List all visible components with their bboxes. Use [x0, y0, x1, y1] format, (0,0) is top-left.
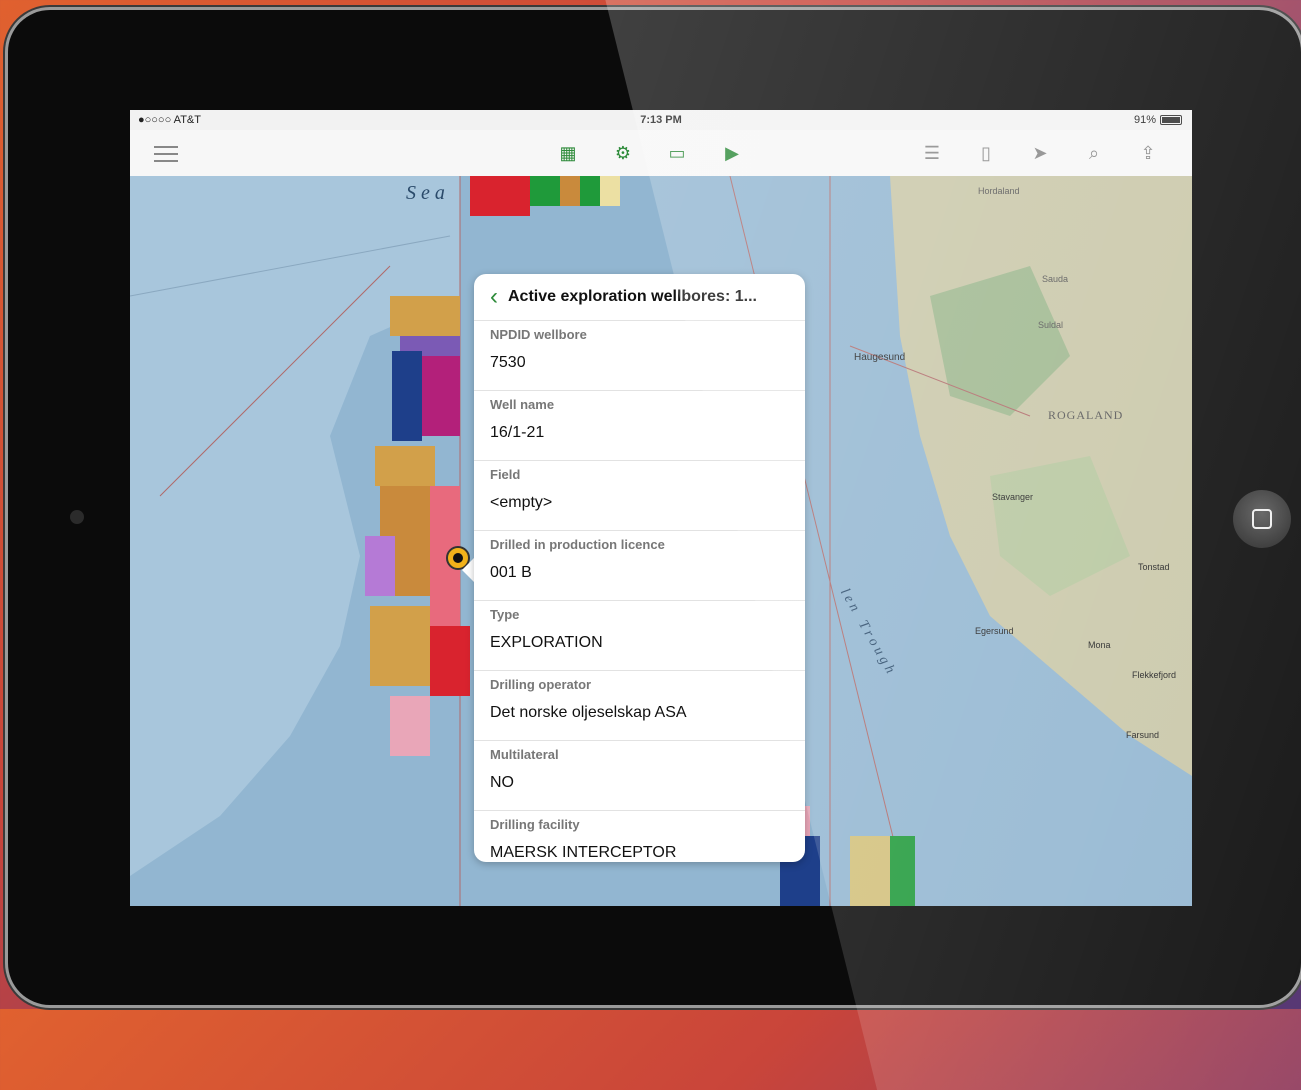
- field-licence: Drilled in production licence 001 B: [474, 531, 805, 601]
- place-tonstad: Tonstad: [1138, 562, 1170, 572]
- field-value: NO: [490, 774, 514, 791]
- place-stavanger: Stavanger: [992, 492, 1034, 502]
- field-label: Drilled in production licence: [490, 537, 665, 552]
- home-button[interactable]: [1233, 490, 1291, 548]
- toolbar: ▦ ⚙ ▭ ▶ ☰ ▯ ➤ ⌕ ⇪: [130, 130, 1192, 177]
- field-label: Multilateral: [490, 747, 559, 762]
- place-flekkefjord: Flekkefjord: [1132, 670, 1177, 680]
- place-rogaland: ROGALAND: [1048, 408, 1124, 422]
- search-icon[interactable]: ⌕: [1082, 142, 1106, 164]
- field-label: Well name: [490, 397, 555, 412]
- measure-icon[interactable]: ▭: [665, 142, 689, 164]
- status-bar: ●○○○○ AT&T 7:13 PM 91%: [130, 110, 1192, 130]
- field-field: Field <empty>: [474, 461, 805, 531]
- field-value: <empty>: [490, 494, 553, 511]
- field-type: Type EXPLORATION: [474, 601, 805, 671]
- field-value: 16/1-21: [490, 424, 545, 441]
- popup-title: Active exploration wellbores: 1...: [508, 288, 757, 305]
- locate-icon[interactable]: ➤: [1028, 142, 1052, 164]
- battery-icon: [1160, 115, 1182, 125]
- place-haugesund: Haugesund: [854, 352, 906, 363]
- menu-icon[interactable]: [154, 146, 178, 167]
- basemap-icon[interactable]: ▦: [556, 142, 580, 164]
- bookmarks-icon[interactable]: ▯: [974, 142, 998, 164]
- battery-percent: 91%: [1133, 114, 1156, 126]
- back-chevron-icon[interactable]: ‹: [480, 283, 508, 311]
- clock: 7:13 PM: [640, 114, 682, 126]
- field-value: Det norske oljeselskap ASA: [490, 704, 687, 721]
- field-label: Field: [490, 467, 521, 482]
- place-farsund: Farsund: [1126, 730, 1160, 740]
- place-mandal: Mona: [1088, 640, 1111, 650]
- place-sauda: Sauda: [1042, 274, 1069, 284]
- camera: [70, 510, 84, 524]
- field-label: Type: [490, 607, 520, 622]
- field-value: 7530: [490, 354, 526, 371]
- layers-icon[interactable]: ⚙: [611, 142, 635, 164]
- field-label: Drilling facility: [490, 817, 580, 832]
- presentation-icon[interactable]: ▶: [720, 142, 744, 164]
- home-square-icon: [1252, 509, 1272, 529]
- map-view[interactable]: S e a l e n T r o u g h Haugesund ROGALA…: [130, 176, 1192, 906]
- field-label: NPDID wellbore: [490, 327, 587, 342]
- place-egersund: Egersund: [975, 626, 1014, 636]
- field-facility: Drilling facility MAERSK INTERCEPTOR: [474, 811, 805, 862]
- legend-icon[interactable]: ☰: [920, 142, 944, 164]
- field-well-name: Well name 16/1-21: [474, 391, 805, 461]
- popup-header: ‹ Active exploration wellbores: 1...: [474, 274, 805, 321]
- share-icon[interactable]: ⇪: [1136, 142, 1160, 164]
- field-label: Drilling operator: [490, 677, 592, 692]
- field-multilateral: Multilateral NO: [474, 741, 805, 811]
- place-hordaland: Hordaland: [978, 186, 1020, 196]
- battery-status: 91%: [1134, 114, 1182, 126]
- screen: ●○○○○ AT&T 7:13 PM 91% ▦ ⚙ ▭ ▶ ☰ ▯ ➤ ⌕ ⇪: [130, 110, 1192, 906]
- field-value: MAERSK INTERCEPTOR: [490, 844, 677, 861]
- field-value: EXPLORATION: [490, 634, 603, 651]
- wellbore-popup: ‹ Active exploration wellbores: 1... NPD…: [474, 274, 805, 862]
- field-value: 001 B: [490, 564, 532, 581]
- field-npdid: NPDID wellbore 7530: [474, 321, 805, 391]
- place-suldal: Suldal: [1038, 320, 1064, 330]
- field-operator: Drilling operator Det norske oljeselskap…: [474, 671, 805, 741]
- sea-label: S e a: [406, 182, 445, 204]
